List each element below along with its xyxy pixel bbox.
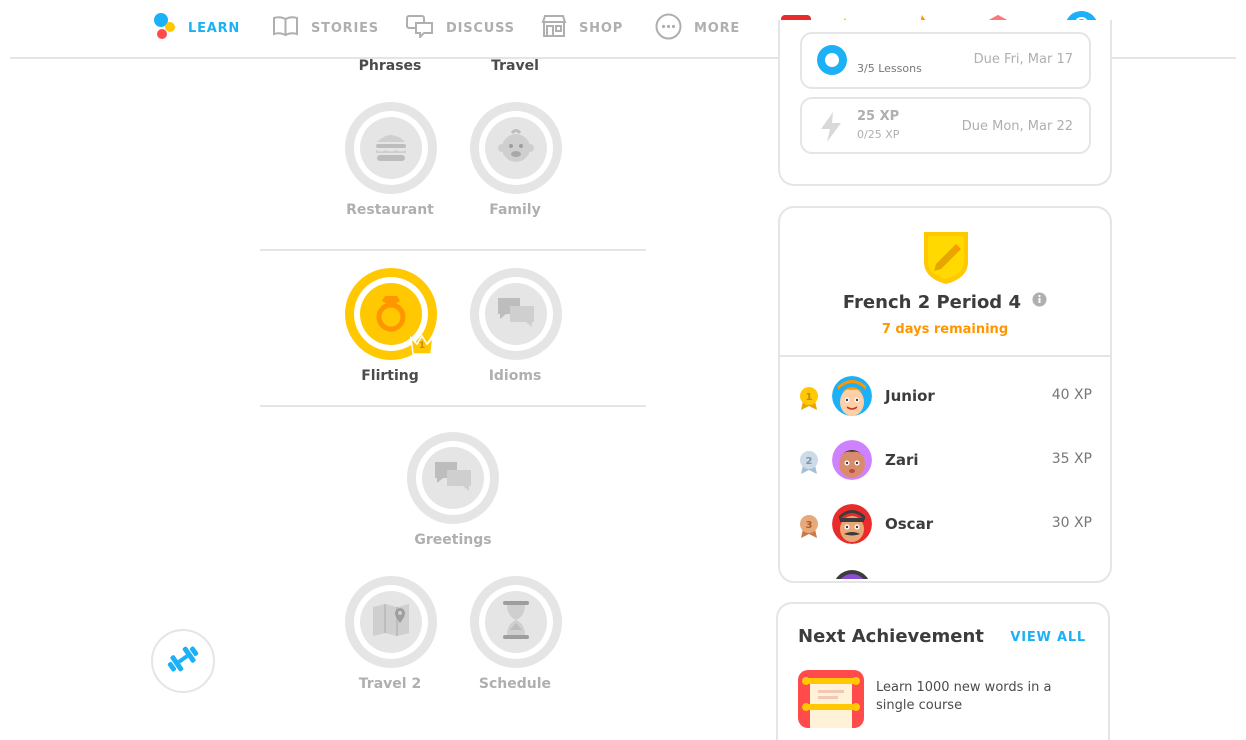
burger-icon <box>371 126 411 170</box>
svg-text:2: 2 <box>806 456 813 467</box>
nav-more[interactable]: MORE <box>655 13 741 44</box>
leaderboard-name: Zari <box>885 451 919 469</box>
skill-greetings[interactable] <box>407 432 499 524</box>
nav-discuss[interactable]: DISCUSS <box>406 14 515 42</box>
leaderboard-row[interactable]: 1 Junior 40 XP <box>780 371 1110 421</box>
leaderboard-name: Junior <box>885 387 935 405</box>
next-achievement-card: Next Achievement VIEW ALL Learn 1000 new… <box>776 602 1110 740</box>
avatar <box>832 504 872 544</box>
bronze-medal-icon: 3 <box>798 513 820 539</box>
skill-label-flirting: Flirting <box>361 368 419 384</box>
quest-due-date: Due Fri, Mar 17 <box>973 52 1073 67</box>
quest-title: 25 XP <box>857 109 900 124</box>
quest-item[interactable]: 3/5 Lessons Due Fri, Mar 17 <box>800 32 1091 89</box>
chat-bubbles-icon <box>406 14 434 42</box>
days-remaining: 7 days remaining <box>881 322 1009 337</box>
speech-bubbles-icon <box>431 456 475 500</box>
skill-label-phrases: Phrases <box>358 58 422 74</box>
avatar <box>832 440 872 480</box>
nav-stories-label: STORIES <box>311 20 379 36</box>
skill-label-schedule: Schedule <box>478 676 552 692</box>
quest-progress: 0/25 XP <box>857 128 900 141</box>
league-badge-icon <box>920 228 972 290</box>
quest-due-date: Due Mon, Mar 22 <box>961 119 1073 134</box>
skill-restaurant[interactable] <box>345 102 437 194</box>
nav-shop[interactable]: SHOP <box>541 14 623 42</box>
skill-label-greetings: Greetings <box>414 532 492 548</box>
learn-icon <box>152 12 176 44</box>
book-icon <box>272 15 299 41</box>
hourglass-icon <box>499 598 533 646</box>
leaderboard-name: Oscar <box>885 515 934 533</box>
speech-bubbles-icon <box>494 292 538 336</box>
ring-icon <box>369 290 413 338</box>
silver-medal-icon: 2 <box>798 449 820 475</box>
achievement-description-line-2: single course <box>876 698 963 713</box>
nav-shop-label: SHOP <box>579 20 624 36</box>
skill-idioms[interactable] <box>470 268 562 360</box>
baby-face-icon <box>494 124 538 172</box>
skill-travel-2[interactable] <box>345 576 437 668</box>
svg-text:3: 3 <box>806 520 813 531</box>
feedback-button[interactable] <box>151 629 215 693</box>
row-divider <box>260 249 646 251</box>
leaderboard-row[interactable]: 2 Zari 35 XP <box>780 435 1110 485</box>
info-icon[interactable] <box>1032 292 1047 311</box>
nav-learn[interactable]: LEARN <box>152 12 241 44</box>
dumbbell-icon <box>165 644 201 678</box>
leaderboard-divider <box>780 355 1110 357</box>
row-divider <box>260 405 646 407</box>
lessons-quest-icon <box>814 42 850 82</box>
leaderboard-row[interactable]: 3 Oscar 30 XP <box>780 499 1110 549</box>
gold-medal-icon: 1 <box>798 385 820 411</box>
achievement-title: Next Achievement <box>798 626 984 647</box>
avatar <box>832 376 872 416</box>
skill-label-travel: Travel <box>491 58 539 74</box>
skill-label-family: Family <box>489 202 541 218</box>
league-title: French 2 Period 4 <box>842 292 1021 313</box>
skill-flirting[interactable]: 1 <box>345 268 437 360</box>
achievement-description-line-1: Learn 1000 new words in a <box>876 680 1052 695</box>
shop-icon <box>541 14 567 42</box>
skill-label-idioms: Idioms <box>488 368 542 384</box>
quest-progress: 3/5 Lessons <box>857 62 922 75</box>
avatar <box>832 569 872 579</box>
nav-stories[interactable]: STORIES <box>272 14 379 42</box>
scroll-achievement-icon <box>798 668 864 732</box>
leaderboard-xp: 30 XP <box>1051 515 1092 531</box>
leaderboard-xp: 35 XP <box>1051 451 1092 467</box>
skill-schedule[interactable] <box>470 576 562 668</box>
crown-level-number: 1 <box>418 341 426 351</box>
nav-more-label: MORE <box>694 20 741 36</box>
nav-discuss-label: DISCUSS <box>446 20 515 36</box>
skill-family[interactable] <box>470 102 562 194</box>
lightning-icon <box>818 111 844 147</box>
skill-label-restaurant: Restaurant <box>346 202 434 218</box>
leaderboard-header: French 2 Period 4 <box>780 292 1110 313</box>
quest-item[interactable]: 25 XP 0/25 XP Due Mon, Mar 22 <box>800 97 1091 154</box>
view-all-link[interactable]: VIEW ALL <box>1010 630 1086 645</box>
more-icon <box>655 13 682 44</box>
map-icon <box>370 601 412 643</box>
nav-learn-label: LEARN <box>188 20 241 36</box>
leaderboard-xp: 40 XP <box>1051 387 1092 403</box>
crown-level-badge: 1 <box>409 334 435 356</box>
svg-text:1: 1 <box>806 392 813 403</box>
skill-label-travel-2: Travel 2 <box>358 676 422 692</box>
